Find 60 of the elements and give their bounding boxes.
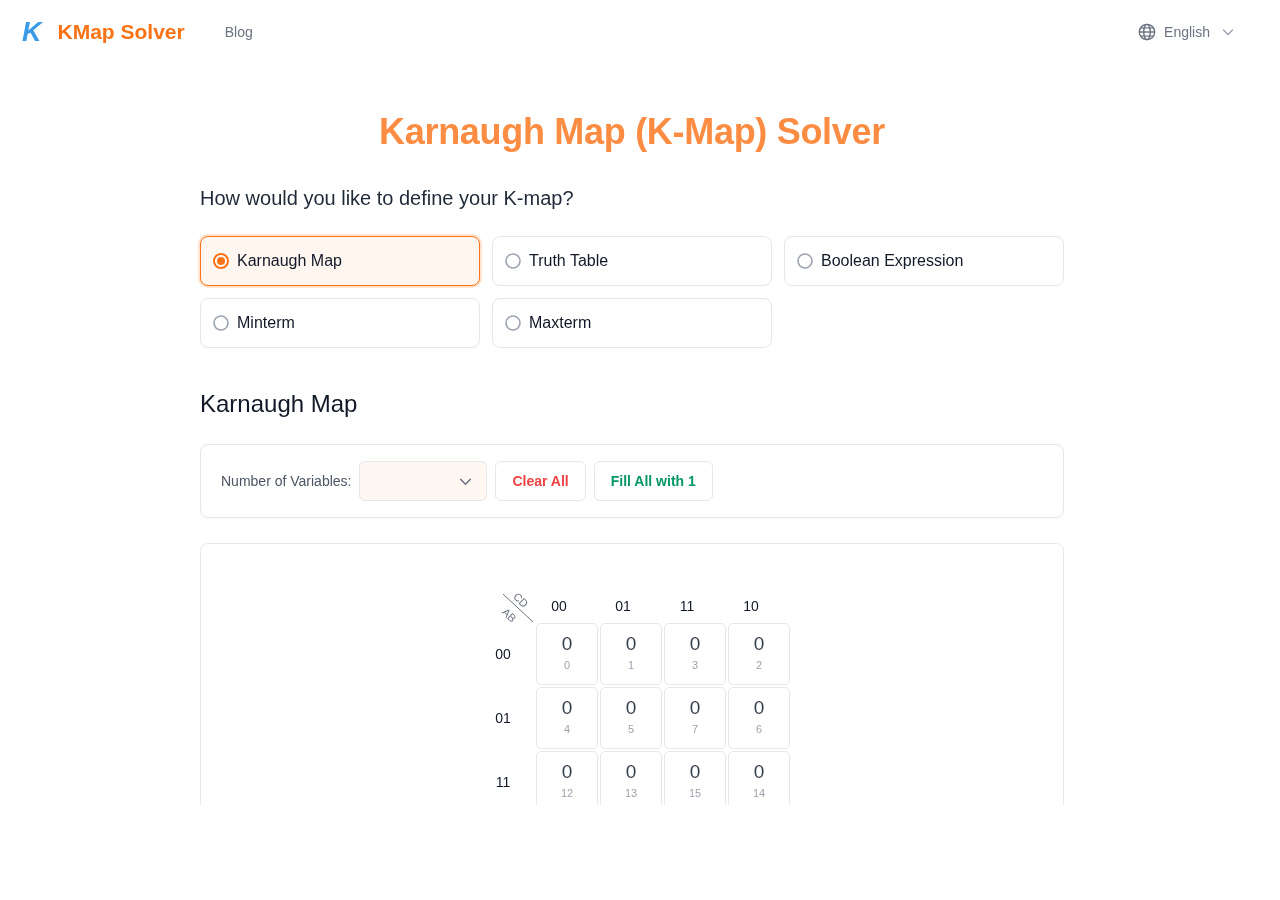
column-header: 00 — [551, 597, 567, 615]
cell-value: 0 — [561, 633, 573, 655]
kmap-cell[interactable]: 0 1 — [600, 623, 662, 685]
cell-value: 0 — [753, 697, 765, 719]
kmap-cell[interactable]: 0 3 — [664, 623, 726, 685]
cell-value: 0 — [753, 761, 765, 783]
kmap-cell[interactable]: 0 13 — [600, 751, 662, 805]
cell-index: 0 — [563, 658, 571, 672]
kmap-cell[interactable]: 0 5 — [600, 687, 662, 749]
cell-value: 0 — [625, 697, 637, 719]
kmap-cell[interactable]: 0 14 — [728, 751, 790, 805]
kmap-cell[interactable]: 0 12 — [536, 751, 598, 805]
kmap-cell[interactable]: 0 15 — [664, 751, 726, 805]
radio-option[interactable]: Minterm — [200, 298, 480, 348]
question-text: How would you like to define your K-map? — [200, 186, 575, 210]
section-heading: Karnaugh Map — [200, 389, 359, 419]
cell-index: 4 — [563, 722, 571, 736]
column-header: 01 — [615, 597, 631, 615]
kmap-cell[interactable]: 0 4 — [536, 687, 598, 749]
cell-index: 6 — [755, 722, 763, 736]
column-header: 10 — [743, 597, 759, 615]
radio-option[interactable]: Truth Table — [492, 236, 772, 286]
row-header: 00 — [495, 645, 511, 663]
cell-index: 7 — [691, 722, 699, 736]
row-header: 11 — [495, 773, 511, 791]
chevron-down-icon — [1222, 26, 1234, 38]
cell-value: 0 — [689, 761, 701, 783]
cell-value: 0 — [625, 633, 637, 655]
kmap-cell[interactable]: 0 0 — [536, 623, 598, 685]
radio-option[interactable]: Karnaugh Map — [200, 236, 480, 286]
kmap-cell[interactable]: 0 6 — [728, 687, 790, 749]
diagonal-line — [502, 593, 534, 623]
cell-value: 0 — [689, 697, 701, 719]
nav-link[interactable]: Blog — [224, 23, 253, 41]
radio-option[interactable]: Boolean Expression — [784, 236, 1064, 286]
cell-value: 0 — [753, 633, 765, 655]
cell-index: 5 — [627, 722, 635, 736]
cell-index: 14 — [752, 786, 766, 800]
language-selector[interactable]: English — [1138, 23, 1234, 41]
page-title: Karnaugh Map (K-Map) Solver — [378, 110, 886, 154]
variables-select[interactable] — [359, 461, 488, 501]
globe-icon — [1138, 23, 1157, 41]
action-button[interactable]: Clear All — [495, 461, 586, 501]
radio-option[interactable]: Maxterm — [492, 298, 772, 348]
kmap-cell[interactable]: 0 2 — [728, 623, 790, 685]
cell-index: 13 — [624, 786, 638, 800]
cell-value: 0 — [625, 761, 637, 783]
action-button[interactable]: Fill All with 1 — [593, 461, 713, 501]
variables-label: Number of Variables: — [221, 472, 352, 490]
cell-value: 0 — [561, 697, 573, 719]
cell-index: 2 — [755, 658, 763, 672]
row-header: 01 — [495, 709, 511, 727]
cell-index: 1 — [627, 658, 635, 672]
cell-index: 12 — [560, 786, 574, 800]
column-header: 11 — [679, 597, 695, 615]
cell-value: 0 — [689, 633, 701, 655]
cell-value: 0 — [561, 761, 573, 783]
cell-index: 3 — [691, 658, 699, 672]
kmap-cell[interactable]: 0 7 — [664, 687, 726, 749]
cell-index: 15 — [688, 786, 702, 800]
